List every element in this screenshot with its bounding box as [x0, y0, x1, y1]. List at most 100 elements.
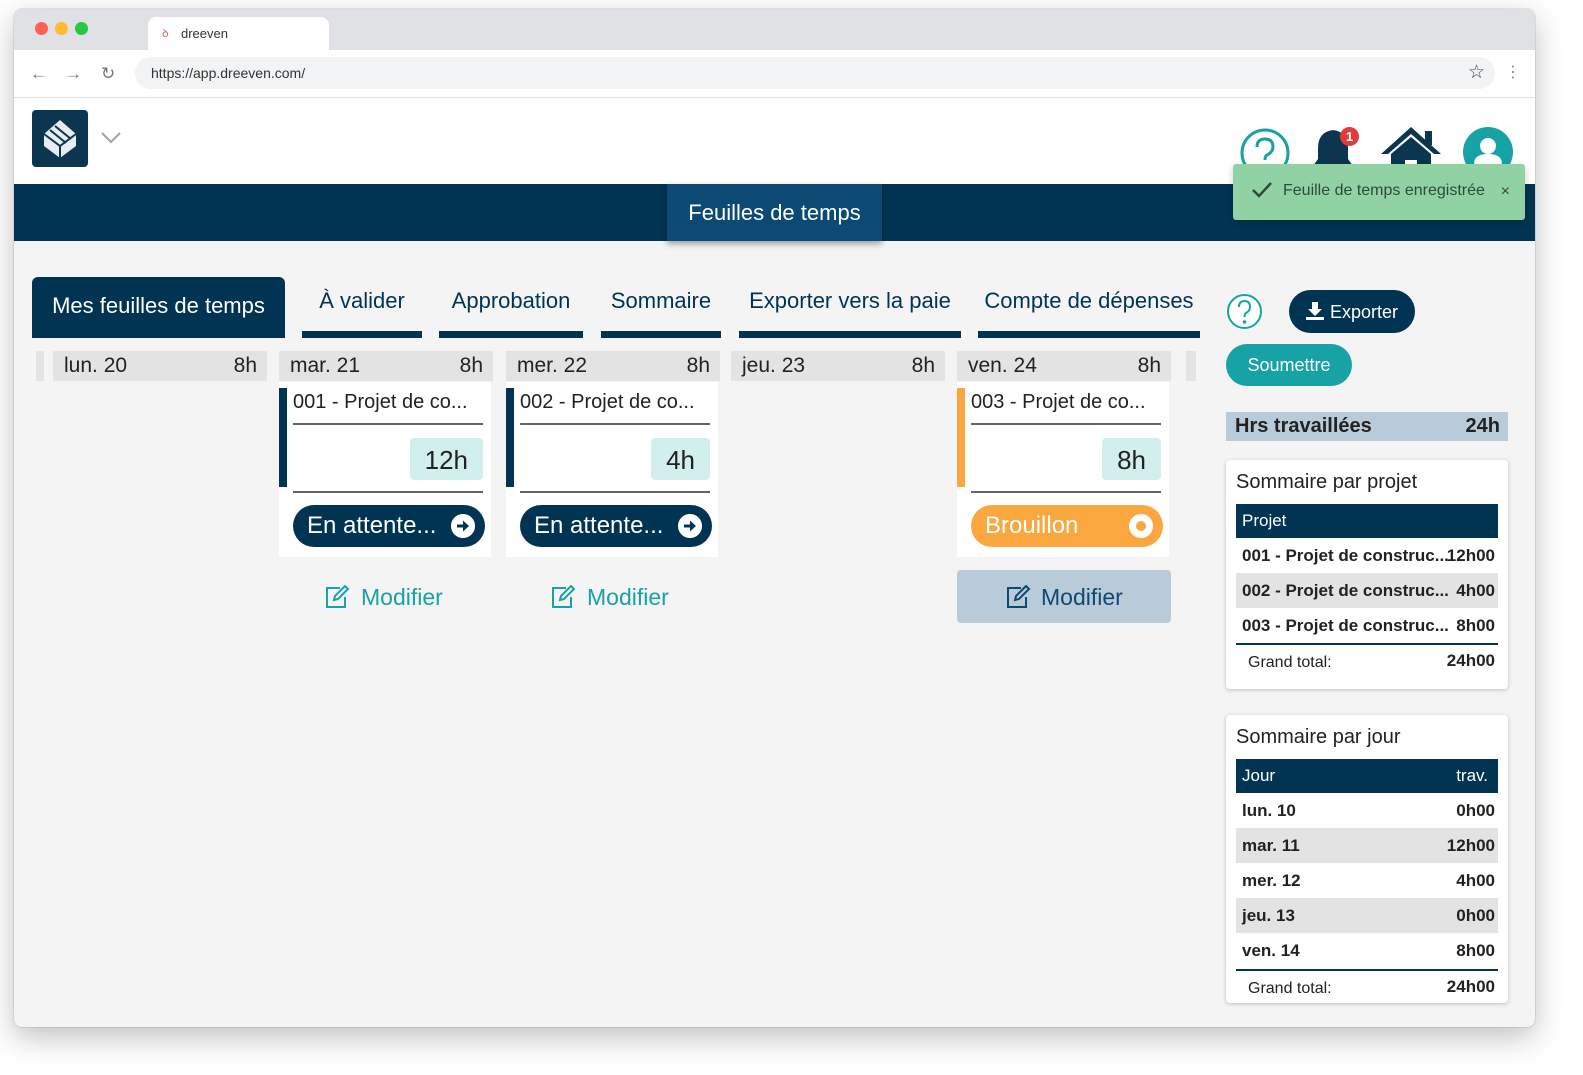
divider: [293, 491, 483, 493]
day-header-friday: ven. 24 8h: [957, 351, 1171, 381]
row-day: mer. 12: [1242, 871, 1301, 890]
status-label: En attente...: [534, 512, 664, 539]
day-name: ven. 24: [968, 354, 1037, 377]
status-indicator-bar: [506, 388, 514, 487]
toast-message: Feuille de temps enregistrée: [1283, 182, 1485, 199]
status-label: En attente...: [307, 512, 437, 539]
chevron-down-icon[interactable]: [100, 126, 122, 148]
table-header: Projet: [1236, 504, 1498, 538]
day-header-wednesday: mer. 22 8h: [506, 351, 720, 381]
timesheet-card[interactable]: 003 - Projet de co... 8h Brouillon: [957, 382, 1169, 557]
modify-label: Modifier: [361, 584, 443, 610]
day-name: mer. 22: [517, 354, 588, 377]
project-summary-panel: Sommaire par projet Projet 001 - Projet …: [1226, 460, 1508, 689]
download-icon: [1306, 302, 1324, 320]
day-name: jeu. 23: [742, 354, 806, 377]
panel-title: Sommaire par projet: [1236, 471, 1418, 493]
row-project: 002 - Projet de construc...: [1242, 581, 1449, 600]
tab-approval[interactable]: Approbation: [439, 288, 583, 338]
url-text[interactable]: https://app.dreeven.com/: [151, 65, 305, 81]
modify-button[interactable]: Modifier: [545, 570, 685, 623]
day-name: mar. 21: [290, 354, 361, 377]
table-row: ven. 14 8h00: [1236, 933, 1498, 968]
success-toast: Feuille de temps enregistrée ×: [1233, 164, 1525, 220]
modify-button[interactable]: Modifier: [319, 570, 459, 623]
table-header: Jour trav.: [1236, 759, 1498, 793]
status-pending-button[interactable]: En attente...: [520, 505, 712, 547]
browser-menu-icon[interactable]: ⋮: [1505, 62, 1521, 82]
card-hours: 4h: [651, 438, 710, 480]
status-pending-button[interactable]: En attente...: [293, 505, 485, 547]
timesheet-card[interactable]: 002 - Projet de co... 4h En attente...: [506, 382, 718, 557]
browser-window: ꝺ dreeven ← → ↻ https://app.dreeven.com/…: [14, 9, 1535, 1027]
edit-icon: [326, 585, 350, 608]
divider: [971, 423, 1161, 425]
divider: [520, 491, 710, 493]
scroll-right-edge[interactable]: [1186, 351, 1196, 381]
row-value: 0h00: [1456, 906, 1495, 925]
row-value: 12h00: [1446, 836, 1495, 855]
hours-worked-value: 24h: [1465, 415, 1500, 437]
card-project: 001 - Projet de co...: [293, 391, 468, 413]
tab-summary[interactable]: Sommaire: [601, 288, 721, 338]
browser-tab[interactable]: ꝺ dreeven: [148, 17, 329, 50]
maximize-window-button[interactable]: [75, 22, 88, 35]
submit-button[interactable]: Soumettre: [1226, 344, 1352, 386]
status-draft-button[interactable]: Brouillon: [971, 505, 1163, 547]
grand-total-row: Grand total: 24h00: [1236, 643, 1498, 675]
table-row: 003 - Projet de construc... 8h00: [1236, 608, 1498, 643]
close-icon[interactable]: ×: [1501, 183, 1510, 201]
bookmark-star-icon[interactable]: ☆: [1468, 61, 1485, 84]
arrow-right-circle-icon: [451, 514, 475, 538]
help-icon[interactable]: [1226, 293, 1263, 330]
tab-to-validate[interactable]: À valider: [302, 288, 422, 338]
tab-export-payroll[interactable]: Exporter vers la paie: [739, 288, 961, 338]
export-button[interactable]: Exporter: [1289, 290, 1415, 333]
day-hours: 8h: [233, 354, 257, 377]
timesheet-card[interactable]: 001 - Projet de co... 12h En attente...: [279, 382, 491, 557]
browser-tab-title: dreeven: [181, 26, 228, 41]
edit-icon: [552, 585, 576, 608]
arrow-right-circle-icon: [678, 514, 702, 538]
tab-my-timesheets[interactable]: Mes feuilles de temps: [32, 277, 285, 338]
scroll-left-edge[interactable]: [36, 351, 44, 381]
grand-total-label: Grand total:: [1248, 980, 1332, 997]
row-day: mar. 11: [1242, 836, 1300, 855]
address-bar[interactable]: https://app.dreeven.com/ ☆: [135, 57, 1495, 89]
row-value: 4h00: [1456, 871, 1495, 890]
divider: [520, 423, 710, 425]
card-hours: 12h: [409, 438, 483, 480]
minimize-window-button[interactable]: [55, 22, 68, 35]
row-value: 8h00: [1456, 616, 1495, 635]
row-day: ven. 14: [1242, 941, 1300, 960]
nav-item-timesheets[interactable]: Feuilles de temps: [667, 184, 882, 241]
browser-tab-strip: ꝺ dreeven: [14, 9, 1535, 50]
export-label: Exporter: [1330, 302, 1399, 322]
row-project: 003 - Projet de construc...: [1242, 616, 1449, 635]
row-value: 12h00: [1446, 546, 1495, 565]
card-project: 002 - Projet de co...: [520, 391, 695, 413]
dreeven-favicon-icon: ꝺ: [162, 28, 169, 40]
column-header-day: Jour: [1242, 766, 1276, 785]
dot-circle-icon: [1129, 514, 1153, 538]
row-day: lun. 10: [1242, 801, 1296, 820]
modify-label: Modifier: [1041, 584, 1123, 610]
forward-arrow-icon[interactable]: →: [65, 64, 82, 84]
day-header-thursday: jeu. 23 8h: [731, 351, 945, 381]
table-row: 001 - Projet de construc... 12h00: [1236, 538, 1498, 573]
reload-icon[interactable]: ↻: [101, 64, 115, 84]
card-project: 003 - Projet de co...: [971, 391, 1146, 413]
grand-total-row: Grand total: 24h00: [1236, 969, 1498, 1001]
grand-total-label: Grand total:: [1248, 654, 1332, 671]
grand-total-value: 24h00: [1446, 977, 1495, 996]
close-window-button[interactable]: [35, 22, 48, 35]
tab-expense-account[interactable]: Compte de dépenses: [978, 288, 1200, 338]
day-header-tuesday: mar. 21 8h: [279, 351, 493, 381]
dreeven-logo-icon[interactable]: [32, 110, 88, 167]
hours-worked-label: Hrs travaillées: [1235, 415, 1372, 437]
modify-button[interactable]: Modifier: [957, 570, 1171, 623]
panel-title: Sommaire par jour: [1236, 726, 1401, 748]
divider: [293, 423, 483, 425]
column-header-worked: trav.: [1456, 766, 1488, 785]
back-arrow-icon[interactable]: ←: [30, 64, 47, 84]
